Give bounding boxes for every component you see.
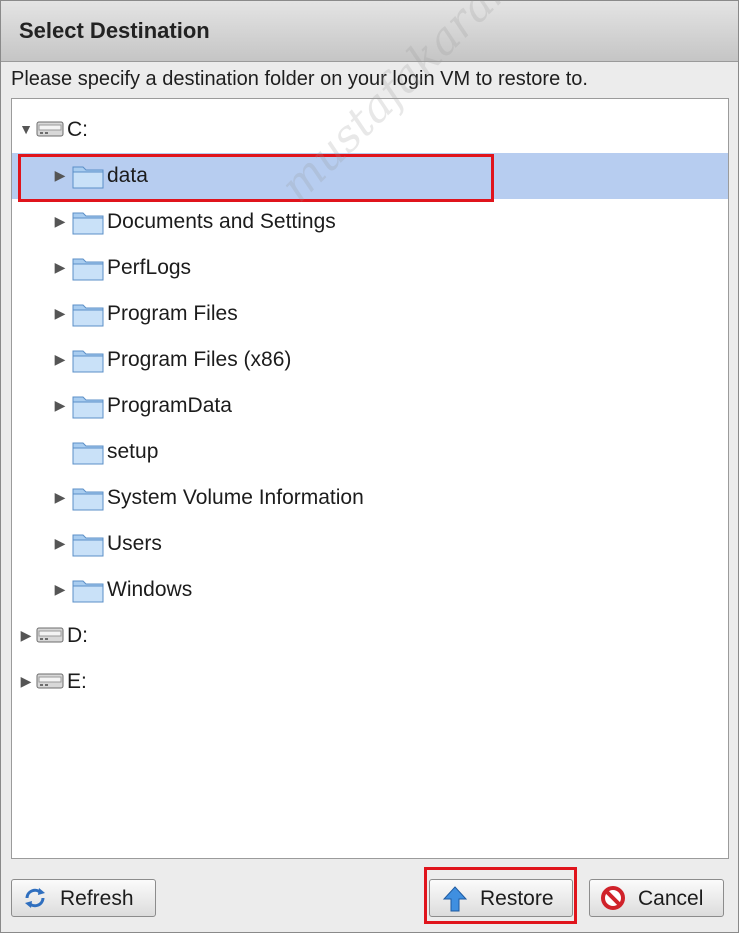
tree-node-folder-documents-and-settings[interactable]: ▶ Documents and Settings (12, 199, 728, 245)
folder-icon (72, 485, 104, 516)
dialog-title: Select Destination (19, 18, 210, 43)
collapsed-arrow-icon[interactable]: ▶ (52, 580, 68, 598)
tree-node-label: System Volume Information (107, 486, 364, 509)
folder-icon (72, 577, 104, 608)
tree-node-label: Program Files (107, 302, 238, 325)
collapsed-arrow-icon[interactable]: ▶ (52, 488, 68, 506)
tree-node-folder-data[interactable]: ▶ data (12, 153, 728, 199)
expanded-arrow-icon[interactable]: ▼ (18, 120, 34, 138)
refresh-icon (22, 885, 48, 917)
tree-node-folder-setup[interactable]: setup (12, 429, 728, 475)
select-destination-dialog: Select Destination Please specify a dest… (0, 0, 739, 933)
tree-node-folder-users[interactable]: ▶ Users (12, 521, 728, 567)
tree-node-folder-program-files[interactable]: ▶ Program Files (12, 291, 728, 337)
tree-node-label: D: (67, 624, 88, 647)
collapsed-arrow-icon[interactable]: ▶ (52, 166, 68, 184)
restore-button[interactable]: Restore (429, 879, 573, 917)
tree-node-label: PerfLogs (107, 256, 192, 279)
dialog-footer: Refresh Restore Cancel (1, 863, 738, 933)
drive-icon (36, 669, 64, 696)
collapsed-arrow-icon[interactable]: ▶ (18, 672, 34, 690)
collapsed-arrow-icon[interactable]: ▶ (52, 212, 68, 230)
tree-node-label: data (107, 164, 148, 187)
restore-arrow-icon (442, 885, 468, 919)
folder-icon (72, 209, 104, 240)
collapsed-arrow-icon[interactable]: ▶ (52, 396, 68, 414)
tree-node-drive-d[interactable]: ▶ D: (12, 613, 728, 659)
tree-node-label: Program Files (x86) (107, 348, 292, 371)
restore-button-label: Restore (480, 887, 554, 910)
tree-node-label: Users (107, 532, 162, 555)
instruction-text: Please specify a destination folder on y… (11, 68, 588, 90)
tree-node-label: Windows (107, 578, 193, 601)
dialog-titlebar[interactable]: Select Destination (1, 1, 738, 62)
tree-node-label: setup (107, 440, 159, 463)
tree-node-label: ProgramData (107, 394, 232, 417)
tree-node-label: E: (67, 670, 87, 693)
cancel-icon (600, 885, 626, 917)
collapsed-arrow-icon[interactable]: ▶ (52, 258, 68, 276)
collapsed-arrow-icon[interactable]: ▶ (52, 304, 68, 322)
collapsed-arrow-icon[interactable]: ▶ (52, 534, 68, 552)
tree-node-label: Documents and Settings (107, 210, 336, 233)
folder-tree[interactable]: ▼ C: ▶ data ▶ Documents and Settings ▶ P… (11, 98, 729, 859)
tree-node-folder-programdata[interactable]: ▶ ProgramData (12, 383, 728, 429)
folder-icon (72, 531, 104, 562)
folder-icon (72, 255, 104, 286)
tree-node-folder-windows[interactable]: ▶ Windows (12, 567, 728, 613)
folder-icon (72, 393, 104, 424)
cancel-button-label: Cancel (638, 887, 704, 910)
collapsed-arrow-icon[interactable]: ▶ (52, 350, 68, 368)
refresh-button[interactable]: Refresh (11, 879, 156, 917)
collapsed-arrow-icon[interactable]: ▶ (18, 626, 34, 644)
refresh-button-label: Refresh (60, 887, 134, 910)
drive-icon (36, 623, 64, 650)
folder-icon (72, 347, 104, 378)
drive-icon (36, 117, 64, 144)
tree-node-drive-e[interactable]: ▶ E: (12, 659, 728, 705)
tree-node-folder-program-files-x86[interactable]: ▶ Program Files (x86) (12, 337, 728, 383)
folder-icon (72, 439, 104, 470)
tree-node-drive-c[interactable]: ▼ C: (12, 107, 728, 153)
tree-node-folder-system-volume-information[interactable]: ▶ System Volume Information (12, 475, 728, 521)
tree-node-label: C: (67, 118, 88, 141)
folder-icon (72, 163, 104, 194)
folder-icon (72, 301, 104, 332)
cancel-button[interactable]: Cancel (589, 879, 724, 917)
tree-node-folder-perflogs[interactable]: ▶ PerfLogs (12, 245, 728, 291)
